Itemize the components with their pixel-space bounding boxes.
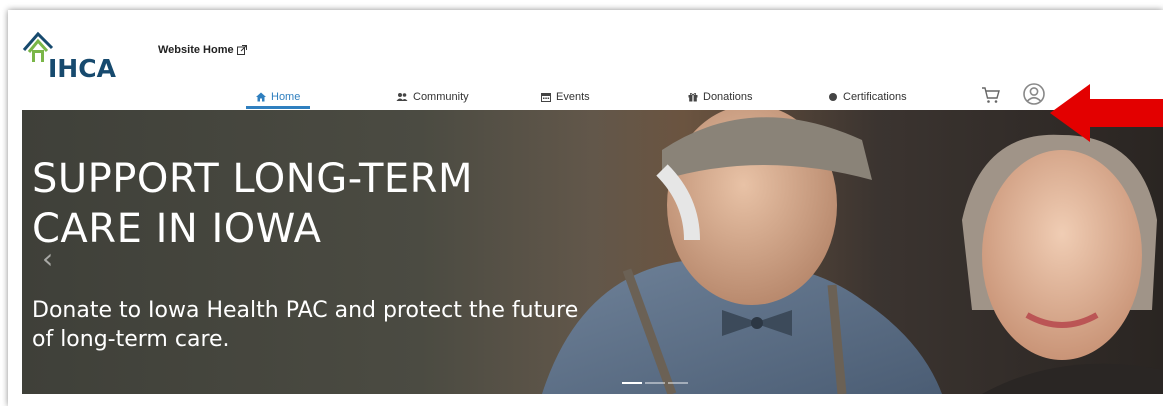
- website-home-link[interactable]: Website Home: [158, 44, 247, 56]
- nav-donations-label: Donations: [703, 91, 753, 103]
- nav-events-label: Events: [556, 91, 590, 103]
- nav-home[interactable]: Home: [245, 88, 311, 109]
- carousel-prev-button[interactable]: ‹: [42, 242, 53, 275]
- nav-community[interactable]: Community: [396, 88, 469, 106]
- carousel-dot[interactable]: [622, 382, 642, 384]
- nav-certifications-label: Certifications: [843, 91, 907, 103]
- logo-text: IHCA: [48, 54, 116, 83]
- hero-photo-man: [542, 110, 942, 394]
- carousel-indicators: [622, 382, 688, 384]
- certificate-icon: [829, 93, 837, 101]
- page-frame: IHCA Website Home Home Community Events …: [8, 10, 1163, 406]
- account-icon[interactable]: [1022, 82, 1046, 106]
- ihca-logo[interactable]: IHCA: [20, 26, 130, 83]
- cart-icon[interactable]: [980, 84, 1002, 106]
- carousel-dot[interactable]: [645, 382, 665, 384]
- gift-icon: [688, 92, 698, 102]
- hero-subtext: Donate to Iowa Health PAC and protect th…: [32, 298, 579, 352]
- external-link-icon: [236, 45, 247, 55]
- calendar-icon: [541, 93, 551, 102]
- hero-photo-woman: [962, 134, 1163, 394]
- hero-headline: SUPPORT LONG-TERM CARE IN IOWA: [32, 156, 473, 252]
- website-home-label: Website Home: [158, 44, 234, 56]
- nav-community-label: Community: [413, 91, 469, 103]
- carousel-dot[interactable]: [668, 382, 688, 384]
- home-icon: [256, 92, 266, 102]
- nav-certifications[interactable]: Certifications: [828, 88, 907, 106]
- nav-events[interactable]: Events: [541, 88, 590, 106]
- users-icon: [396, 93, 408, 101]
- annotation-arrow-icon: [1050, 84, 1163, 142]
- nav-donations[interactable]: Donations: [688, 88, 753, 106]
- nav-home-label: Home: [271, 91, 301, 103]
- hero-carousel[interactable]: SUPPORT LONG-TERM CARE IN IOWA Donate to…: [22, 110, 1163, 394]
